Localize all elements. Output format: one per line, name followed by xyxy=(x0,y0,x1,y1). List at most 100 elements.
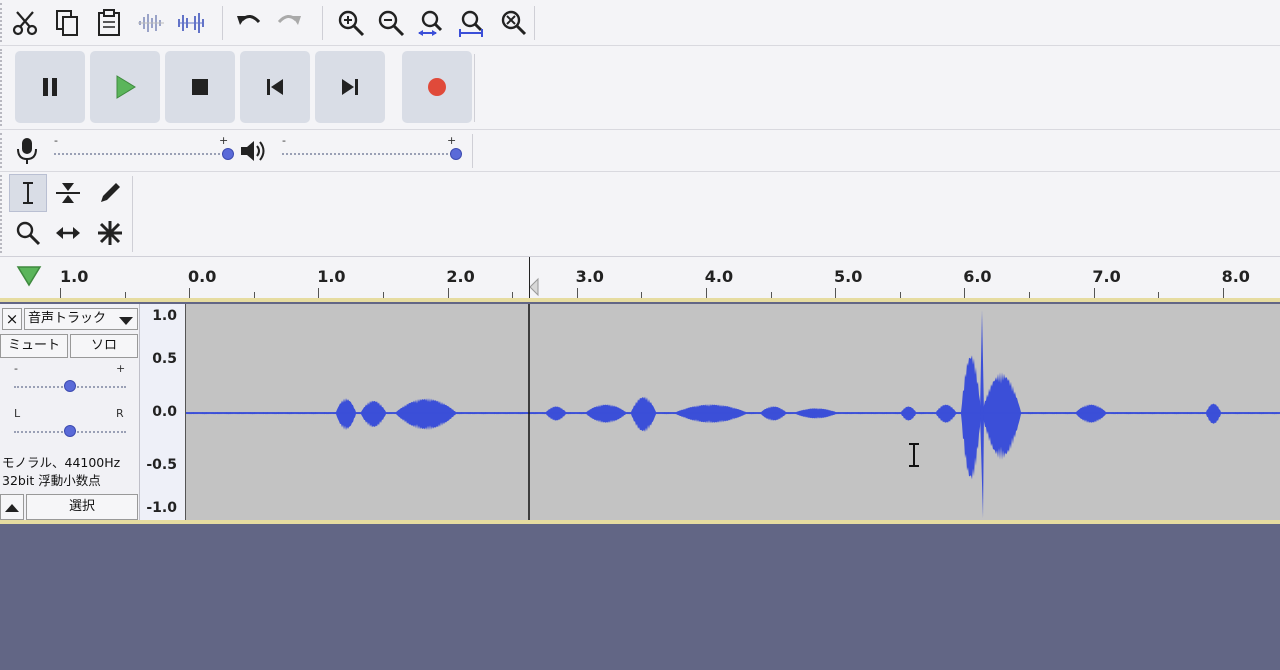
ruler-tick xyxy=(1223,288,1224,298)
track-select-button[interactable]: 選択 xyxy=(26,494,138,520)
ruler-time-label: 8.0 xyxy=(1221,267,1250,286)
ruler-time-label: 2.0 xyxy=(446,267,475,286)
toolbar-grip[interactable] xyxy=(0,3,5,42)
copy-icon xyxy=(56,10,78,36)
mute-button[interactable]: ミュート xyxy=(0,334,68,358)
pause-button[interactable] xyxy=(15,51,85,123)
dropdown-arrow-icon xyxy=(119,317,133,325)
cut-button[interactable] xyxy=(8,6,42,40)
selection-tool[interactable] xyxy=(9,174,47,212)
ruler-tick xyxy=(964,288,965,298)
toolbar-separator xyxy=(132,176,133,252)
cut-icon xyxy=(12,11,38,36)
ruler-tick xyxy=(189,288,190,298)
amplitude-label: -1.0 xyxy=(146,500,177,516)
zoom-in-button[interactable] xyxy=(334,6,368,40)
toolbar-separator xyxy=(474,54,475,122)
playback-volume-plus: + xyxy=(447,134,457,147)
silence-button[interactable] xyxy=(174,6,208,40)
pan-knob[interactable] xyxy=(64,425,76,437)
transport-toolbar xyxy=(0,46,1280,130)
gain-knob[interactable] xyxy=(64,380,76,392)
ruler-tick xyxy=(1094,288,1095,298)
zoom-tool[interactable] xyxy=(9,214,47,252)
zoom-out-button[interactable] xyxy=(374,6,408,40)
pan-left-label: L xyxy=(14,407,21,420)
redo-button[interactable] xyxy=(272,6,306,40)
fit-project-button[interactable] xyxy=(454,6,488,40)
ruler-time-label: 3.0 xyxy=(575,267,604,286)
track-close-button[interactable]: × xyxy=(2,308,22,330)
record-volume-knob[interactable] xyxy=(222,148,234,160)
zoom-in-icon xyxy=(338,10,365,37)
play-button[interactable] xyxy=(90,51,160,123)
record-volume-minus: - xyxy=(54,134,58,147)
zoom-toggle-icon xyxy=(501,10,527,36)
toolbar-grip[interactable] xyxy=(0,133,5,168)
amplitude-label: -0.5 xyxy=(146,457,177,473)
copy-button[interactable] xyxy=(50,6,84,40)
fit-selection-icon xyxy=(418,10,443,36)
draw-tool-icon xyxy=(101,183,120,202)
play-icon xyxy=(116,75,136,99)
skip-to-start-button[interactable] xyxy=(240,51,310,123)
tools-toolbar xyxy=(0,172,1280,256)
pan-right-label: R xyxy=(116,407,124,420)
gain-plus-label: + xyxy=(116,362,126,375)
ruler-time-label: 1.0 xyxy=(317,267,346,286)
solo-button[interactable]: ソロ xyxy=(70,334,138,358)
skip-to-end-button[interactable] xyxy=(315,51,385,123)
toolbar-separator xyxy=(534,6,535,40)
ruler-tick xyxy=(60,288,61,298)
ruler-tick xyxy=(448,288,449,298)
toolbar-grip[interactable] xyxy=(0,49,5,126)
waveform-peak xyxy=(980,310,984,518)
amplitude-label: 0.5 xyxy=(152,351,177,367)
ruler-time-label: 6.0 xyxy=(963,267,992,286)
waveform-area[interactable] xyxy=(186,304,1280,522)
play-marker-icon[interactable] xyxy=(16,265,42,287)
trim-button[interactable] xyxy=(134,6,168,40)
waveform-body xyxy=(186,355,1280,480)
amplitude-label: 0.0 xyxy=(152,404,177,420)
envelope-tool[interactable] xyxy=(49,174,87,212)
ruler-time-label: 0.0 xyxy=(188,267,217,286)
ruler-time-label: 5.0 xyxy=(834,267,863,286)
toolbar-separator xyxy=(322,6,323,40)
audacity-window: - + - + 1.0 0.0 1.0 2.0 3.0 4.0 5.0 6.0 … xyxy=(0,0,1280,670)
paste-button[interactable] xyxy=(92,6,126,40)
selection-tool-icon xyxy=(23,182,33,204)
amplitude-ruler[interactable]: 1.0 0.5 0.0 -0.5 -1.0 xyxy=(140,304,186,522)
timeline-ruler[interactable]: 1.0 0.0 1.0 2.0 3.0 4.0 5.0 6.0 7.0 8.0 xyxy=(0,256,1280,301)
zoom-toggle-button[interactable] xyxy=(496,6,530,40)
time-shift-tool[interactable] xyxy=(49,214,87,252)
stop-button[interactable] xyxy=(165,51,235,123)
draw-tool[interactable] xyxy=(91,174,129,212)
fit-selection-button[interactable] xyxy=(414,6,448,40)
record-button[interactable] xyxy=(402,51,472,123)
amplitude-label: 1.0 xyxy=(152,308,177,324)
track-name-menu[interactable]: 音声トラック xyxy=(24,308,138,330)
speaker-icon xyxy=(241,141,265,161)
undo-button[interactable] xyxy=(232,6,266,40)
empty-track-area[interactable] xyxy=(0,524,1280,670)
track-name-label: 音声トラック xyxy=(28,311,107,326)
gain-minus-label: - xyxy=(14,362,18,375)
skip-end-icon xyxy=(342,79,358,95)
edit-toolbar xyxy=(0,0,1280,46)
track-focus-border-top xyxy=(0,298,1280,302)
multi-tool[interactable] xyxy=(91,214,129,252)
track-format-depth: 32bit 浮動小数点 xyxy=(2,473,101,488)
toolbar-grip[interactable] xyxy=(0,175,5,253)
toolbar-separator xyxy=(222,6,223,40)
record-volume-slider[interactable] xyxy=(54,153,228,155)
collapse-track-button[interactable] xyxy=(0,494,24,520)
ruler-tick xyxy=(706,288,707,298)
envelope-tool-icon xyxy=(56,183,80,203)
multi-tool-icon xyxy=(98,221,122,245)
playback-volume-knob[interactable] xyxy=(450,148,462,160)
stop-icon xyxy=(192,79,208,95)
playback-volume-slider[interactable] xyxy=(282,153,456,155)
redo-icon xyxy=(277,15,301,25)
ruler-tick xyxy=(577,288,578,298)
